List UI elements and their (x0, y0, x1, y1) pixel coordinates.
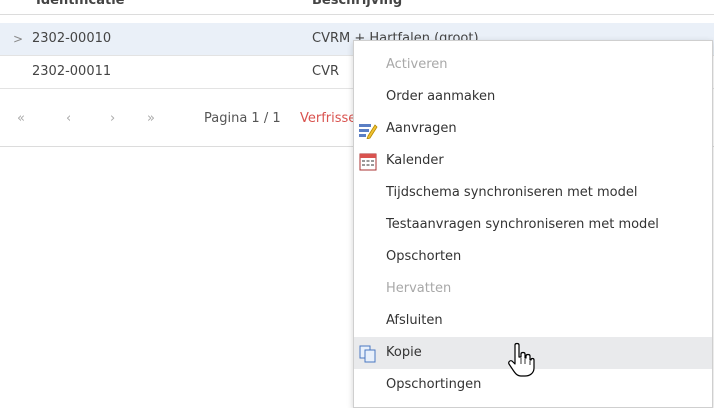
menu-item-hervatten[interactable]: Hervatten (354, 273, 712, 305)
menu-item-label: Testaanvragen synchroniseren met model (386, 217, 659, 232)
last-page-button[interactable]: » (147, 103, 155, 135)
menu-item-aanvragen[interactable]: Aanvragen (354, 113, 712, 145)
calendar-icon (358, 152, 378, 171)
previous-page-button[interactable]: ‹ (66, 103, 71, 135)
menu-item-label: Kopie (386, 345, 422, 360)
hand-pointer-cursor-icon (506, 342, 536, 378)
menu-item-label: Aanvragen (386, 121, 457, 136)
first-page-button[interactable]: « (17, 103, 25, 135)
menu-item-activeren[interactable]: Activeren (354, 49, 712, 81)
copy-icon (358, 344, 378, 363)
page-indicator: Pagina 1 / 1 (204, 111, 281, 126)
column-header-identificatie[interactable]: Identificatie (36, 0, 125, 8)
next-page-button[interactable]: › (110, 103, 115, 135)
column-header-beschrijving[interactable]: Beschrijving (312, 0, 402, 8)
menu-item-label: Hervatten (386, 281, 452, 296)
menu-item-label: Afsluiten (386, 313, 443, 328)
expand-row-icon[interactable]: > (13, 23, 23, 55)
menu-item-afsluiten[interactable]: Afsluiten (354, 305, 712, 337)
grid-header-row: Identificatie Beschrijving (0, 0, 714, 15)
menu-item-order-aanmaken[interactable]: Order aanmaken (354, 81, 712, 113)
menu-item-label: Opschorten (386, 249, 462, 264)
row-id: 2302-00010 (32, 31, 112, 46)
menu-item-kalender[interactable]: Kalender (354, 145, 712, 177)
menu-item-opschorten[interactable]: Opschorten (354, 241, 712, 273)
menu-item-tijdschema-synchroniseren[interactable]: Tijdschema synchroniseren met model (354, 177, 712, 209)
menu-item-testaanvragen-synchroniseren[interactable]: Testaanvragen synchroniseren met model (354, 209, 712, 241)
menu-item-label: Order aanmaken (386, 89, 496, 104)
row-description: CVR (312, 64, 340, 79)
menu-item-label: Tijdschema synchroniseren met model (386, 185, 638, 200)
row-id: 2302-00011 (32, 64, 112, 79)
menu-item-label: Opschortingen (386, 377, 482, 392)
pencil-note-icon (358, 120, 378, 140)
menu-item-label: Activeren (386, 57, 448, 72)
menu-item-label: Kalender (386, 153, 444, 168)
